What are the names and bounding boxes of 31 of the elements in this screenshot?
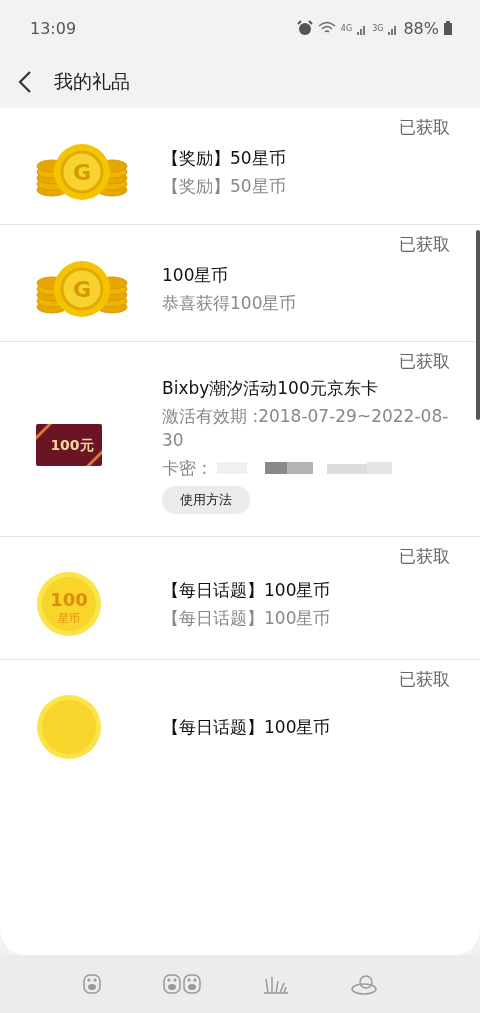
gift-description: 【奖励】50星币 (162, 175, 287, 198)
status-label: 已获取 (399, 669, 450, 689)
network-label: 4G (340, 23, 353, 33)
gift-description: 【每日话题】100星币 (162, 607, 332, 630)
back-icon[interactable] (18, 71, 32, 93)
gift-card-icon: 100元 (36, 424, 102, 466)
status-time: 13:09 (30, 18, 77, 38)
coin-icon: 100 星币 (36, 571, 102, 637)
gift-title: 【奖励】50星币 (162, 147, 287, 170)
gift-title: 【每日话题】100星币 (162, 716, 332, 739)
paws-icon[interactable] (162, 973, 202, 995)
gift-description: 激活有效期 :2018-07-29~2022-08-30 (162, 405, 450, 452)
status-label: 已获取 (399, 546, 450, 566)
gift-title: 100星币 (162, 264, 230, 287)
pet-bed-icon[interactable] (350, 973, 378, 995)
usage-button[interactable]: 使用方法 (162, 486, 250, 514)
gift-title: Bixby潮汐活动100元京东卡 (162, 377, 379, 400)
battery-percent: 88% (403, 18, 439, 38)
page-title: 我的礼品 (54, 69, 130, 94)
status-label: 已获取 (399, 234, 450, 254)
paw-icon[interactable] (82, 973, 102, 995)
card-pin-label: 卡密 : (162, 457, 208, 480)
gift-title: 【每日话题】100星币 (162, 579, 332, 602)
gift-description: 恭喜获得100星币 (162, 292, 298, 315)
status-label: 已获取 (399, 117, 450, 137)
battery-icon (444, 21, 452, 35)
coin-icon (36, 694, 102, 760)
status-label: 已获取 (399, 351, 450, 371)
network-label: 3G (372, 23, 384, 33)
wifi-icon (317, 21, 336, 35)
alarm-icon (296, 20, 313, 36)
